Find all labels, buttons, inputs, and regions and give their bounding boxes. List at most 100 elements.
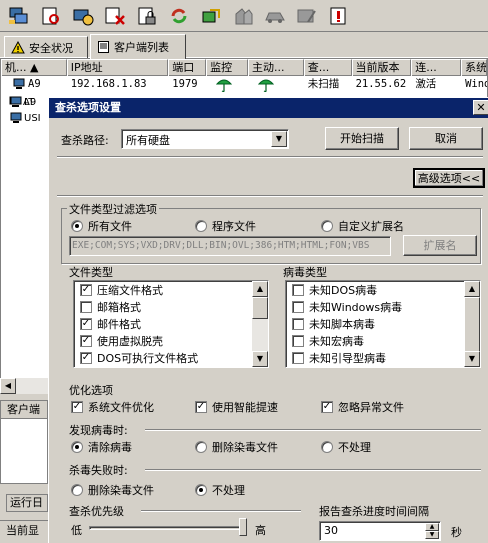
report-interval-value: 30 [324, 524, 338, 537]
deploy-icon[interactable] [198, 3, 224, 29]
spin-down-arrow[interactable]: ▼ [425, 531, 439, 539]
checkbox-indicator[interactable] [292, 317, 304, 330]
list-item[interactable]: 未知Windows病毒 [286, 298, 480, 315]
spin-up-arrow[interactable]: ▲ [425, 523, 439, 531]
list-item[interactable]: 未知文件型病毒 [286, 366, 480, 367]
table-row[interactable]: A9 192.168.1.83 1979 未扫描 21.55.62 激活 Win… [1, 76, 487, 92]
scroll-up-arrow[interactable]: ▲ [252, 281, 268, 297]
checkbox-indicator[interactable] [292, 300, 304, 313]
path-select[interactable]: 所有硬盘 ▼ [121, 129, 289, 149]
checkbox-smart-speedup[interactable]: ✓ 使用智能提速 [195, 399, 278, 415]
scroll-down-arrow[interactable]: ▼ [464, 351, 480, 367]
list-item[interactable]: 未知引导型病毒 [286, 349, 480, 366]
virus-type-scrollbar[interactable]: ▲ ▼ [464, 281, 480, 367]
column-header-version[interactable]: 当前版本 [351, 59, 412, 76]
list-item[interactable]: ✓ 使用虚拟脱壳 [74, 332, 268, 349]
close-button[interactable]: ✕ [473, 100, 488, 115]
scroll-left-arrow[interactable]: ◀ [0, 378, 16, 394]
checkbox-ignore-abnormal[interactable]: ✓ 忽略异常文件 [321, 399, 404, 415]
column-header-name[interactable]: 机... ▲ [1, 59, 67, 76]
radio-all-files[interactable]: 所有文件 [71, 218, 132, 234]
list-item-label: 未知引导型病毒 [309, 351, 386, 365]
radio-indicator [195, 220, 207, 232]
run-log-tab[interactable]: 运行日 [6, 494, 48, 512]
filter-group-label: 文件类型过滤选项 [67, 201, 159, 217]
client-info-panel: 客户端 [0, 400, 48, 484]
checkbox-system-optimize[interactable]: ✓ 系统文件优化 [71, 399, 154, 415]
list-item[interactable]: ✓ 压缩文件格式 [74, 281, 268, 298]
column-header-scan[interactable]: 查... [303, 59, 352, 76]
checkbox-indicator: ✓ [321, 401, 333, 413]
radio-fail-ignore[interactable]: 不处理 [195, 482, 245, 498]
list-item-usi[interactable]: USI [10, 112, 41, 124]
list-item[interactable]: 未知宏病毒 [286, 332, 480, 349]
left-hscroll[interactable]: ◀ [0, 378, 48, 394]
clone-icon[interactable] [230, 3, 256, 29]
advanced-options-button[interactable]: 高级选项<< [413, 168, 485, 188]
scroll-thumb[interactable] [252, 297, 268, 319]
radio-fail-delete[interactable]: 删除染毒文件 [71, 482, 154, 498]
list-item[interactable]: ✓Windows可执行文件格式 [74, 366, 268, 367]
list-item[interactable]: ✓ 邮件格式 [74, 315, 268, 332]
checkbox-indicator[interactable]: ✓ [80, 283, 92, 296]
refresh-icon[interactable] [166, 3, 192, 29]
virus-type-list[interactable]: 未知DOS病毒未知Windows病毒未知脚本病毒未知宏病毒未知引导型病毒未知文件… [285, 280, 481, 368]
remove-icon[interactable] [102, 3, 128, 29]
scroll-down-arrow[interactable]: ▼ [252, 351, 268, 367]
scroll-thumb[interactable] [464, 297, 480, 353]
checkbox-indicator[interactable] [292, 334, 304, 347]
file-type-scrollbar[interactable]: ▲ ▼ [252, 281, 268, 367]
computers-icon[interactable] [6, 3, 32, 29]
column-header-os[interactable]: 系统 [461, 59, 487, 76]
checkbox-indicator[interactable]: ✓ [80, 317, 92, 330]
column-header-ip[interactable]: IP地址 [66, 59, 169, 76]
list-item-label: 压缩文件格式 [97, 283, 163, 297]
priority-slider-track[interactable] [89, 526, 247, 530]
info-icon[interactable] [326, 3, 352, 29]
radio-found-ignore[interactable]: 不处理 [321, 439, 371, 455]
add-icon[interactable] [70, 3, 96, 29]
warning-icon [11, 41, 25, 54]
lock-icon[interactable] [134, 3, 160, 29]
edit-icon[interactable] [294, 3, 320, 29]
checkbox-indicator[interactable] [80, 300, 92, 313]
extension-button[interactable]: 扩展名 [403, 235, 477, 256]
report-interval-input[interactable]: 30 ▲ ▼ [319, 521, 441, 541]
tab-security-status[interactable]: 安全状况 [4, 36, 88, 58]
radio-program-files[interactable]: 程序文件 [195, 218, 256, 234]
radio-delete-infected[interactable]: 删除染毒文件 [195, 439, 278, 455]
computer-icon [10, 96, 22, 107]
radio-clean-virus[interactable]: 清除病毒 [71, 439, 132, 455]
list-item[interactable]: 邮箱格式 [74, 298, 268, 315]
priority-slider-thumb[interactable] [239, 518, 247, 536]
checkbox-indicator[interactable]: ✓ [80, 334, 92, 347]
path-label: 查杀路径: [61, 134, 109, 147]
car-icon[interactable] [262, 3, 288, 29]
start-scan-button[interactable]: 开始扫描 [325, 127, 399, 150]
radio-indicator [71, 220, 83, 232]
radio-indicator [71, 484, 83, 496]
list-item[interactable]: 未知脚本病毒 [286, 315, 480, 332]
checkbox-indicator[interactable] [292, 351, 304, 364]
divider [145, 429, 481, 431]
cancel-button[interactable]: 取消 [409, 127, 483, 150]
extension-field[interactable]: EXE;COM;SYS;VXD;DRV;DLL;BIN;OVL;386;HTM;… [69, 236, 391, 256]
list-item-lt[interactable]: LT [10, 96, 34, 108]
list-item[interactable]: 未知DOS病毒 [286, 281, 480, 298]
report-unit-label: 秒 [451, 526, 462, 539]
chevron-down-icon[interactable]: ▼ [271, 131, 287, 147]
column-header-port[interactable]: 端口 [168, 59, 207, 76]
checkbox-indicator[interactable] [292, 283, 304, 296]
column-header-active[interactable]: 主动... [247, 59, 304, 76]
cell-name: A9 [1, 76, 67, 92]
radio-custom-ext[interactable]: 自定义扩展名 [321, 218, 404, 234]
column-header-connection[interactable]: 连... [411, 59, 462, 76]
tab-client-list[interactable]: 客户端列表 [90, 34, 186, 59]
checkbox-indicator[interactable]: ✓ [80, 351, 92, 364]
scroll-up-arrow[interactable]: ▲ [464, 281, 480, 297]
column-header-monitor[interactable]: 监控 [206, 59, 248, 76]
file-type-list[interactable]: ✓ 压缩文件格式邮箱格式 ✓ 邮件格式 ✓ 使用虚拟脱壳 ✓ DOS可执行文件格式✓Windo… [73, 280, 269, 368]
list-item-label: 邮箱格式 [97, 300, 141, 314]
scan-icon[interactable] [38, 3, 64, 29]
list-item[interactable]: ✓ DOS可执行文件格式 [74, 349, 268, 366]
